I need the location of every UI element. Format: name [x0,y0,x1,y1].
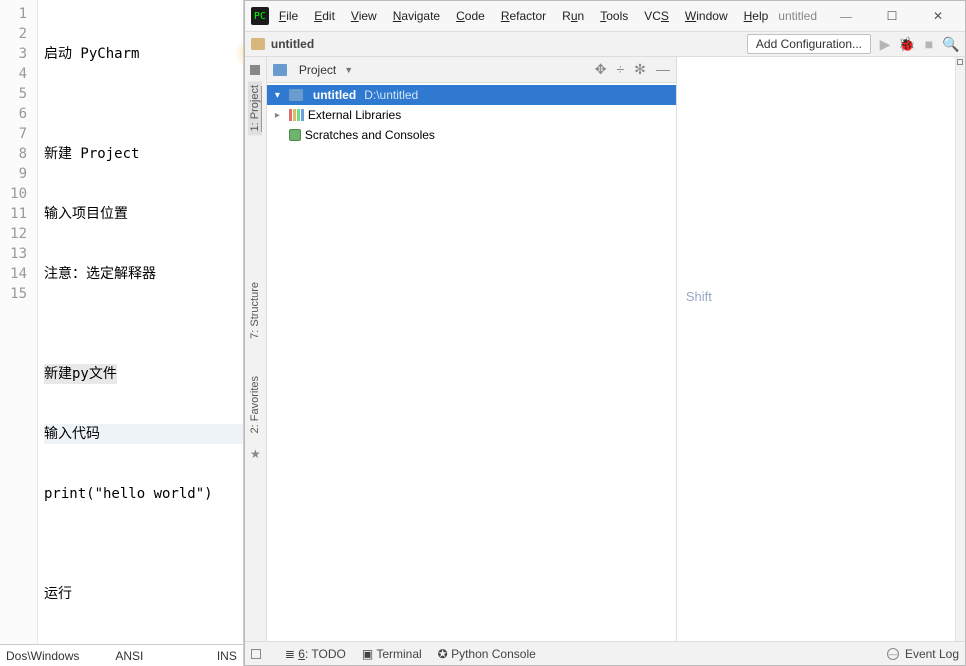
hide-icon[interactable]: — [656,61,670,78]
status-insert-mode: INS [217,649,237,663]
event-log-icon: — [887,648,899,660]
breadcrumb[interactable]: untitled [271,37,314,51]
navigation-bar: untitled Add Configuration... ▶ 🐞 ■ 🔍 [245,31,965,57]
tool-structure-tab[interactable]: 7: Structure [248,278,262,343]
status-event-log[interactable]: Event Log [905,647,959,661]
main-editor-area[interactable]: Shift [677,57,965,641]
status-todo[interactable]: ≣ 6: TODO [285,647,346,661]
close-button[interactable]: ✕ [917,9,959,24]
tool-project-tab[interactable]: 1: Project [248,81,262,135]
search-icon[interactable]: 🔍 [943,36,959,52]
tree-node-label: External Libraries [308,108,401,122]
tree-root-node[interactable]: ▾ untitled D:\untitled [267,85,676,105]
menu-view[interactable]: View [345,7,383,25]
left-status-bar: Dos\Windows ANSI INS [0,644,243,666]
inspection-indicator-icon [957,59,963,65]
project-panel-header: Project ▼ ✥ ÷ ✻ — [267,57,676,83]
chevron-right-icon[interactable]: ▸ [275,110,285,121]
status-terminal[interactable]: ▣ Terminal [362,647,422,661]
menu-vcs[interactable]: VCS [638,7,675,25]
chevron-down-icon[interactable]: ▾ [275,90,285,101]
project-tree[interactable]: ▾ untitled D:\untitled ▸ External Librar… [267,83,676,641]
menu-tools[interactable]: Tools [594,7,634,25]
pycharm-logo-icon: PC [251,7,269,25]
settings-icon[interactable]: ✻ [634,61,646,78]
debug-icon[interactable]: 🐞 [899,36,915,52]
tree-node-label: untitled [313,88,356,102]
tree-scratches[interactable]: Scratches and Consoles [267,125,676,145]
project-tool-window: Project ▼ ✥ ÷ ✻ — ▾ untitled D:\untitled [267,57,677,641]
left-tool-rail: 1: Project 7: Structure 2: Favorites ★ [245,57,267,641]
menu-help[interactable]: Help [738,7,775,25]
titlebar: PC File Edit View Navigate Code Refactor… [245,1,965,31]
left-text-editor: 123456789101112131415 启动 PyCharm 新建 Proj… [0,0,244,666]
window-title: untitled [778,9,821,23]
add-configuration-button[interactable]: Add Configuration... [747,34,871,54]
project-icon [273,64,287,76]
minimize-button[interactable]: — [825,9,867,24]
tree-node-path: D:\untitled [364,88,418,102]
tree-node-label: Scratches and Consoles [305,128,435,142]
tool-window-quick-access-icon[interactable] [251,649,261,659]
menu-run[interactable]: Run [556,7,590,25]
menu-refactor[interactable]: Refactor [495,7,552,25]
status-encoding: ANSI [115,649,143,663]
search-everywhere-hint: Shift [686,289,712,304]
folder-icon [289,89,303,101]
menu-window[interactable]: Window [679,7,734,25]
folder-icon [251,38,265,50]
menu-file[interactable]: File [273,7,304,25]
locate-icon[interactable]: ✥ [595,61,607,78]
library-icon [289,109,304,121]
menu-edit[interactable]: Edit [308,7,341,25]
menu-code[interactable]: Code [450,7,491,25]
right-gutter [955,57,965,641]
collapse-icon[interactable]: ÷ [616,61,624,78]
stop-icon[interactable]: ■ [921,36,937,52]
menu-navigate[interactable]: Navigate [387,7,446,25]
chevron-down-icon[interactable]: ▼ [344,65,353,75]
status-os: Dos\Windows [6,649,79,663]
scratch-icon [289,129,301,141]
status-python-console[interactable]: ✪ Python Console [438,647,536,661]
pycharm-window: PC File Edit View Navigate Code Refactor… [244,0,966,666]
tool-favorites-tab[interactable]: 2: Favorites [248,372,262,437]
project-panel-title[interactable]: Project [299,63,336,77]
maximize-button[interactable]: ☐ [871,9,913,24]
rail-indicator-icon [250,65,260,75]
line-number-gutter: 123456789101112131415 [0,0,38,644]
run-icon[interactable]: ▶ [877,36,893,52]
pycharm-status-bar: ≣ 6: TODO ▣ Terminal ✪ Python Console — … [245,641,965,665]
star-icon: ★ [250,447,261,461]
editor-text-area[interactable]: 启动 PyCharm 新建 Project 输入项目位置 注意：选定解释器 新建… [38,0,243,644]
tree-external-libraries[interactable]: ▸ External Libraries [267,105,676,125]
